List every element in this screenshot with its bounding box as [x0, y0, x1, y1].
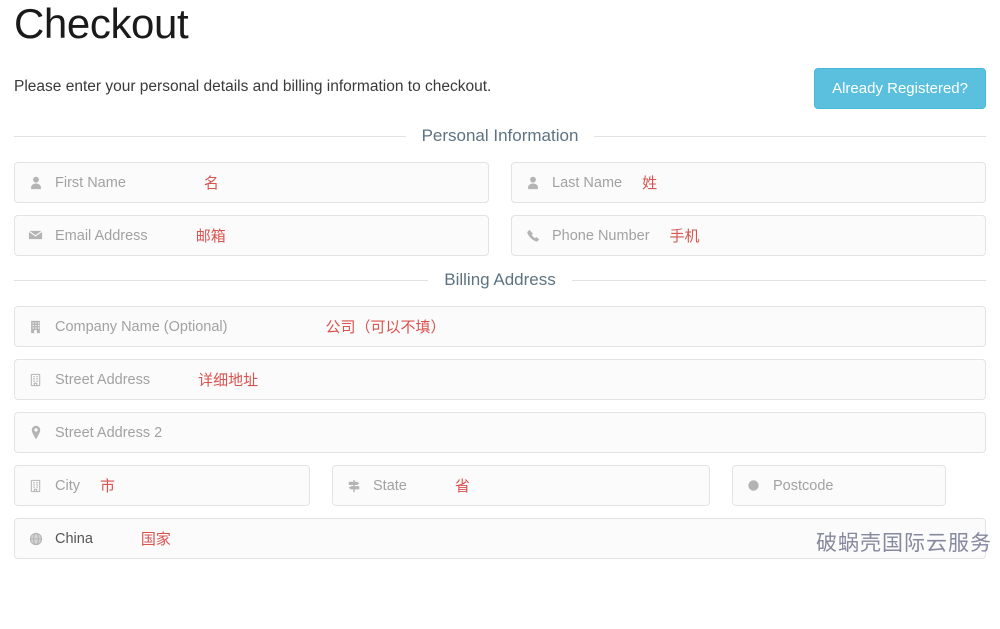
street2-col: Street Address 2 — [14, 412, 986, 454]
first-name-field[interactable]: First Name 名 — [14, 162, 489, 204]
last-name-annotation: 姓 — [642, 175, 658, 193]
state-field[interactable]: State 省 — [332, 465, 710, 507]
first-name-annotation: 名 — [203, 175, 219, 193]
country-select[interactable]: China 国家 — [14, 518, 986, 560]
street1-col: Street Address 详细地址 — [14, 359, 986, 401]
postcode-placeholder: Postcode — [773, 477, 834, 494]
city-placeholder: City — [55, 477, 80, 494]
legend-rule-right — [571, 279, 987, 281]
phone-placeholder: Phone Number — [552, 227, 650, 244]
city-field[interactable]: City 市 — [14, 465, 310, 507]
user-icon — [27, 174, 44, 191]
section-title-personal: Personal Information — [421, 126, 579, 146]
company-name-placeholder: Company Name (Optional) — [55, 318, 228, 335]
map-marker-icon — [27, 424, 44, 441]
contact-row: Email Address 邮箱 Phone Number 手机 — [14, 215, 986, 257]
company-col: Company Name (Optional) 公司（可以不填） — [14, 306, 986, 348]
state-annotation: 省 — [454, 478, 470, 496]
last-name-col: Last Name 姓 — [511, 162, 986, 204]
checkout-page: Checkout Please enter your personal deta… — [0, 0, 1000, 560]
section-title-billing: Billing Address — [444, 270, 556, 290]
city-annotation: 市 — [99, 478, 115, 496]
subtitle-row: Please enter your personal details and b… — [14, 68, 986, 112]
country-annotation: 国家 — [140, 531, 171, 549]
country-value: China — [55, 530, 93, 547]
building-alt-icon — [27, 371, 44, 388]
legend-rule-left — [14, 135, 406, 137]
company-name-annotation: 公司（可以不填） — [325, 319, 446, 337]
street-address-annotation: 详细地址 — [198, 372, 259, 390]
state-placeholder: State — [373, 477, 407, 494]
user-icon — [524, 174, 541, 191]
envelope-icon — [27, 227, 44, 244]
email-col: Email Address 邮箱 — [14, 215, 489, 257]
page-title: Checkout — [14, 0, 189, 47]
email-field[interactable]: Email Address 邮箱 — [14, 215, 489, 257]
email-placeholder: Email Address — [55, 227, 148, 244]
name-row: First Name 名 Last Name 姓 — [14, 162, 986, 204]
first-name-col: First Name 名 — [14, 162, 489, 204]
circle-icon — [745, 477, 762, 494]
street-address-2-placeholder: Street Address 2 — [55, 424, 163, 441]
country-row: China 国家 — [14, 518, 986, 560]
already-registered-button[interactable]: Already Registered? — [814, 68, 986, 110]
phone-icon — [524, 227, 541, 244]
legend-rule-left — [14, 279, 429, 281]
company-row: Company Name (Optional) 公司（可以不填） — [14, 306, 986, 348]
company-name-field[interactable]: Company Name (Optional) 公司（可以不填） — [14, 306, 986, 348]
first-name-placeholder: First Name — [55, 174, 126, 191]
city-col: City 市 — [14, 465, 310, 507]
phone-col: Phone Number 手机 — [511, 215, 986, 257]
last-name-field[interactable]: Last Name 姓 — [511, 162, 986, 204]
phone-field[interactable]: Phone Number 手机 — [511, 215, 986, 257]
street2-row: Street Address 2 — [14, 412, 986, 454]
street1-row: Street Address 详细地址 — [14, 359, 986, 401]
last-name-placeholder: Last Name — [552, 174, 623, 191]
page-subtitle: Please enter your personal details and b… — [14, 78, 492, 96]
section-legend-billing: Billing Address — [14, 270, 987, 290]
legend-rule-right — [594, 135, 986, 137]
email-annotation: 邮箱 — [195, 228, 226, 246]
street-address-2-field[interactable]: Street Address 2 — [14, 412, 986, 454]
street-address-field[interactable]: Street Address 详细地址 — [14, 359, 986, 401]
postcode-field[interactable]: Postcode — [732, 465, 946, 507]
city-state-postcode-row: City 市 State 省 Postcode — [14, 465, 986, 507]
building-alt-icon — [27, 477, 44, 494]
globe-icon — [27, 530, 44, 547]
state-col: State 省 — [332, 465, 710, 507]
building-icon — [27, 318, 44, 335]
country-col: China 国家 — [14, 518, 986, 560]
postcode-col: Postcode — [732, 465, 946, 507]
phone-annotation: 手机 — [669, 228, 700, 246]
street-address-placeholder: Street Address — [55, 371, 151, 388]
signpost-icon — [345, 477, 362, 494]
section-legend-personal: Personal Information — [14, 126, 986, 146]
